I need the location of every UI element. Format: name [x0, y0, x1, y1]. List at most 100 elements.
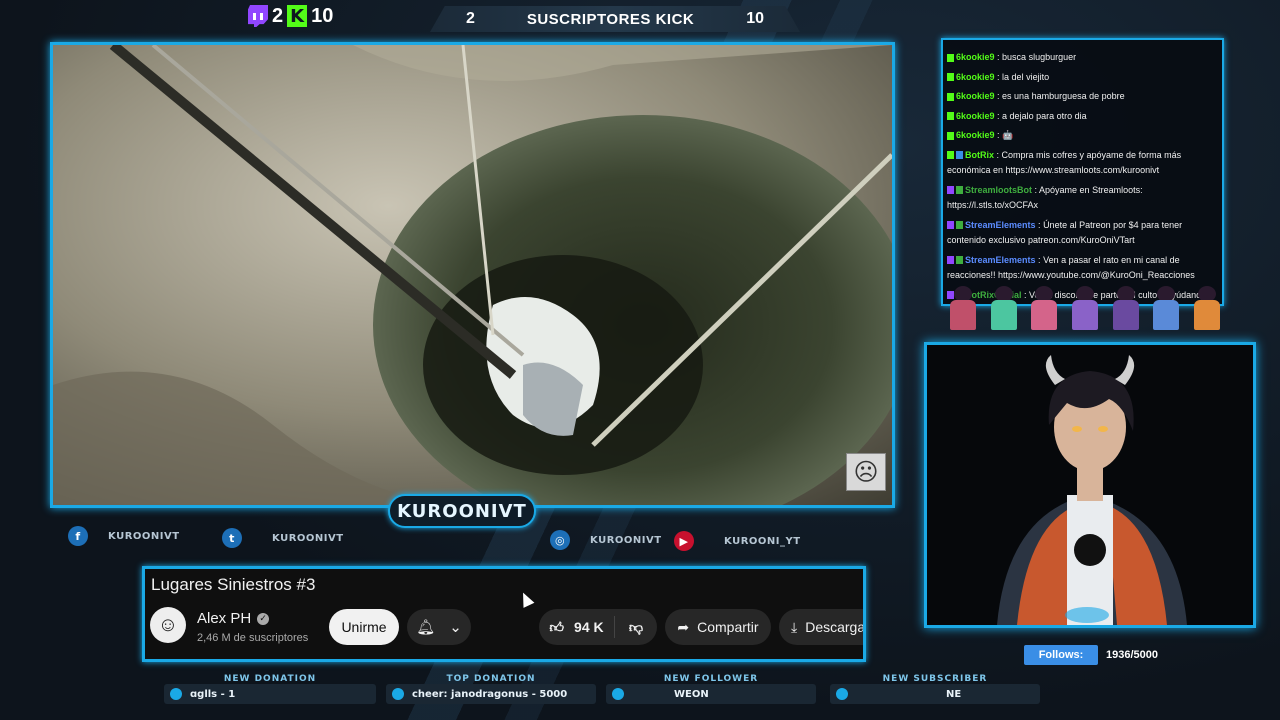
twitch-badge-icon	[947, 221, 954, 230]
pixel-character-icon	[1190, 280, 1224, 332]
youtube-icon: ▶	[674, 531, 694, 551]
subscriber-count: 2,46 M de suscriptores	[197, 632, 309, 644]
chat-message: StreamElements : Ven a pasar el rato en …	[947, 254, 1195, 280]
alert-value: WEON	[674, 688, 709, 700]
share-button[interactable]: ➦ Compartir	[665, 609, 771, 645]
notification-bell-button[interactable]: 🔔︎ ⌄	[407, 609, 471, 645]
video-frame-image	[53, 45, 892, 505]
pixel-character-icon	[946, 280, 980, 332]
chat-username: 6kookie9	[956, 130, 995, 140]
mod-badge-icon	[956, 186, 963, 195]
chat-message: 6kookie9 : la del viejito	[947, 70, 1218, 86]
instagram-icon: ◎	[550, 530, 570, 550]
alert-caption: TOP DONATION	[446, 674, 536, 684]
chat-text: a dejalo para otro dia	[1002, 110, 1087, 121]
kick-badge-icon	[947, 53, 954, 62]
mod-badge-icon	[956, 256, 963, 265]
alert-value: cheer: janodragonus - 5000	[412, 688, 568, 700]
chat-message: StreamlootsBot : Apóyame en Streamloots:…	[947, 184, 1143, 210]
pixel-character-icon	[1027, 280, 1061, 332]
chat-username: 6kookie9	[956, 71, 995, 82]
follows-label: Follows:	[1024, 645, 1098, 665]
follows-count: 1936/5000	[1106, 649, 1158, 661]
channel-name[interactable]: Alex PH	[197, 610, 251, 627]
sub-goal-title: SUSCRIPTORES KICK	[526, 10, 695, 28]
chat-username: 6kookie9	[956, 52, 995, 62]
streamer-name-badge: KUROONIVT	[388, 494, 536, 528]
social-twitter: t KUROONIVT	[222, 528, 344, 548]
chat-username: BotRix	[965, 149, 994, 160]
trophy-icon	[392, 688, 404, 700]
kick-badge-icon	[947, 112, 954, 121]
chat-text: la del viejito	[1002, 71, 1050, 82]
kick-badge-icon	[947, 151, 954, 160]
sub-goal-bar: 2 SUSCRIPTORES KICK 10	[430, 6, 800, 32]
alert-caption: NEW DONATION	[223, 674, 317, 684]
chat-message: 6kookie9 : 🤖	[947, 128, 1218, 144]
like-button[interactable]: 👍︎ 94 K	[539, 616, 615, 638]
twitch-sub-count: 2	[272, 4, 284, 27]
kick-badge-icon	[947, 73, 954, 82]
kick-icon: K	[287, 5, 308, 27]
alert-value: NE	[946, 688, 962, 700]
pixel-character-icon	[1068, 280, 1102, 332]
social-handle: KUROONIVT	[272, 532, 344, 544]
vtuber-avatar-image	[927, 345, 1253, 625]
alert-new-donation: NEW DONATION ɑglls - 1	[164, 674, 376, 704]
platform-sub-counter: 2 K 10	[248, 4, 333, 28]
kick-badge-icon	[947, 131, 954, 140]
chevron-down-icon: ⌄	[449, 619, 462, 636]
chat-box: 6kookie9 : busca slugburguer 6kookie9 : …	[941, 38, 1224, 306]
sub-goal-current: 2	[466, 10, 475, 27]
vtuber-camera-frame	[924, 342, 1256, 628]
pixel-character-icon	[1149, 280, 1183, 332]
video-title: Lugares Siniestros #3	[151, 575, 316, 594]
channel-avatar[interactable]: ☺	[150, 607, 186, 643]
chat-username: StreamlootsBot	[965, 184, 1033, 195]
kick-sub-count: 10	[311, 4, 334, 27]
share-label: Compartir	[697, 619, 759, 635]
channel-name-row[interactable]: Alex PH ✓	[197, 610, 270, 627]
chat-username: 6kookie9	[956, 110, 995, 121]
facebook-icon: f	[68, 526, 88, 546]
chat-message: 6kookie9 : busca slugburguer	[947, 50, 1218, 66]
chat-message: 6kookie9 : a dejalo para otro dia	[947, 109, 1218, 125]
social-handle: KUROONIVT	[108, 530, 180, 542]
twitch-badge-icon	[947, 186, 954, 195]
social-handle: KUROONIVT	[590, 534, 662, 546]
bell-icon: 🔔︎	[416, 619, 436, 636]
alert-new-subscriber: NEW SUBSCRIBER NE	[830, 674, 1040, 704]
chat-message: 6kookie9 : es una hamburguesa de pobre	[947, 89, 1218, 105]
twitter-icon: t	[222, 528, 242, 548]
face-icon: ☹	[846, 453, 886, 491]
chat-text: es una hamburguesa de pobre	[1002, 91, 1125, 101]
mod-badge-icon	[956, 221, 963, 230]
user-icon	[612, 688, 624, 700]
verified-icon: ✓	[257, 612, 270, 625]
download-icon: ⤓	[791, 618, 798, 635]
join-button[interactable]: Unirme	[329, 609, 399, 645]
chat-text: busca slugburguer	[1002, 52, 1077, 62]
thumbs-down-icon: 👎︎	[628, 618, 644, 635]
dislike-button[interactable]: 👎︎	[615, 619, 657, 636]
social-facebook: f KUROONIVT	[68, 526, 180, 546]
follows-goal: Follows: 1936/5000	[1024, 645, 1158, 665]
alert-caption: NEW SUBSCRIBER	[882, 674, 988, 684]
alert-new-follower: NEW FOLLOWER WEON	[606, 674, 816, 704]
bot-badge-icon	[956, 151, 963, 160]
youtube-video-info: Lugares Siniestros #3 ☺ Alex PH ✓ 2,46 M…	[142, 566, 866, 662]
chat-username: StreamElements	[965, 219, 1036, 230]
chat-message: BotRix : Compra mis cofres y apóyame de …	[947, 149, 1182, 175]
like-dislike-group: 👍︎ 94 K 👎︎	[539, 609, 657, 645]
video-player[interactable]: ☹	[50, 42, 895, 508]
download-label: Descarga	[805, 619, 866, 635]
thumbs-up-icon: 👍︎	[549, 618, 565, 635]
pixel-characters-row	[946, 280, 1224, 332]
alert-value: ɑglls - 1	[190, 688, 236, 700]
download-button[interactable]: ⤓ Descarga	[779, 609, 866, 645]
sub-goal-target: 10	[746, 10, 764, 27]
donation-icon	[170, 688, 182, 700]
social-youtube: ▶ KUROONI_YT	[674, 531, 801, 551]
chat-emote-icon: 🤖	[1002, 130, 1014, 140]
chat-username: StreamElements	[965, 254, 1036, 265]
